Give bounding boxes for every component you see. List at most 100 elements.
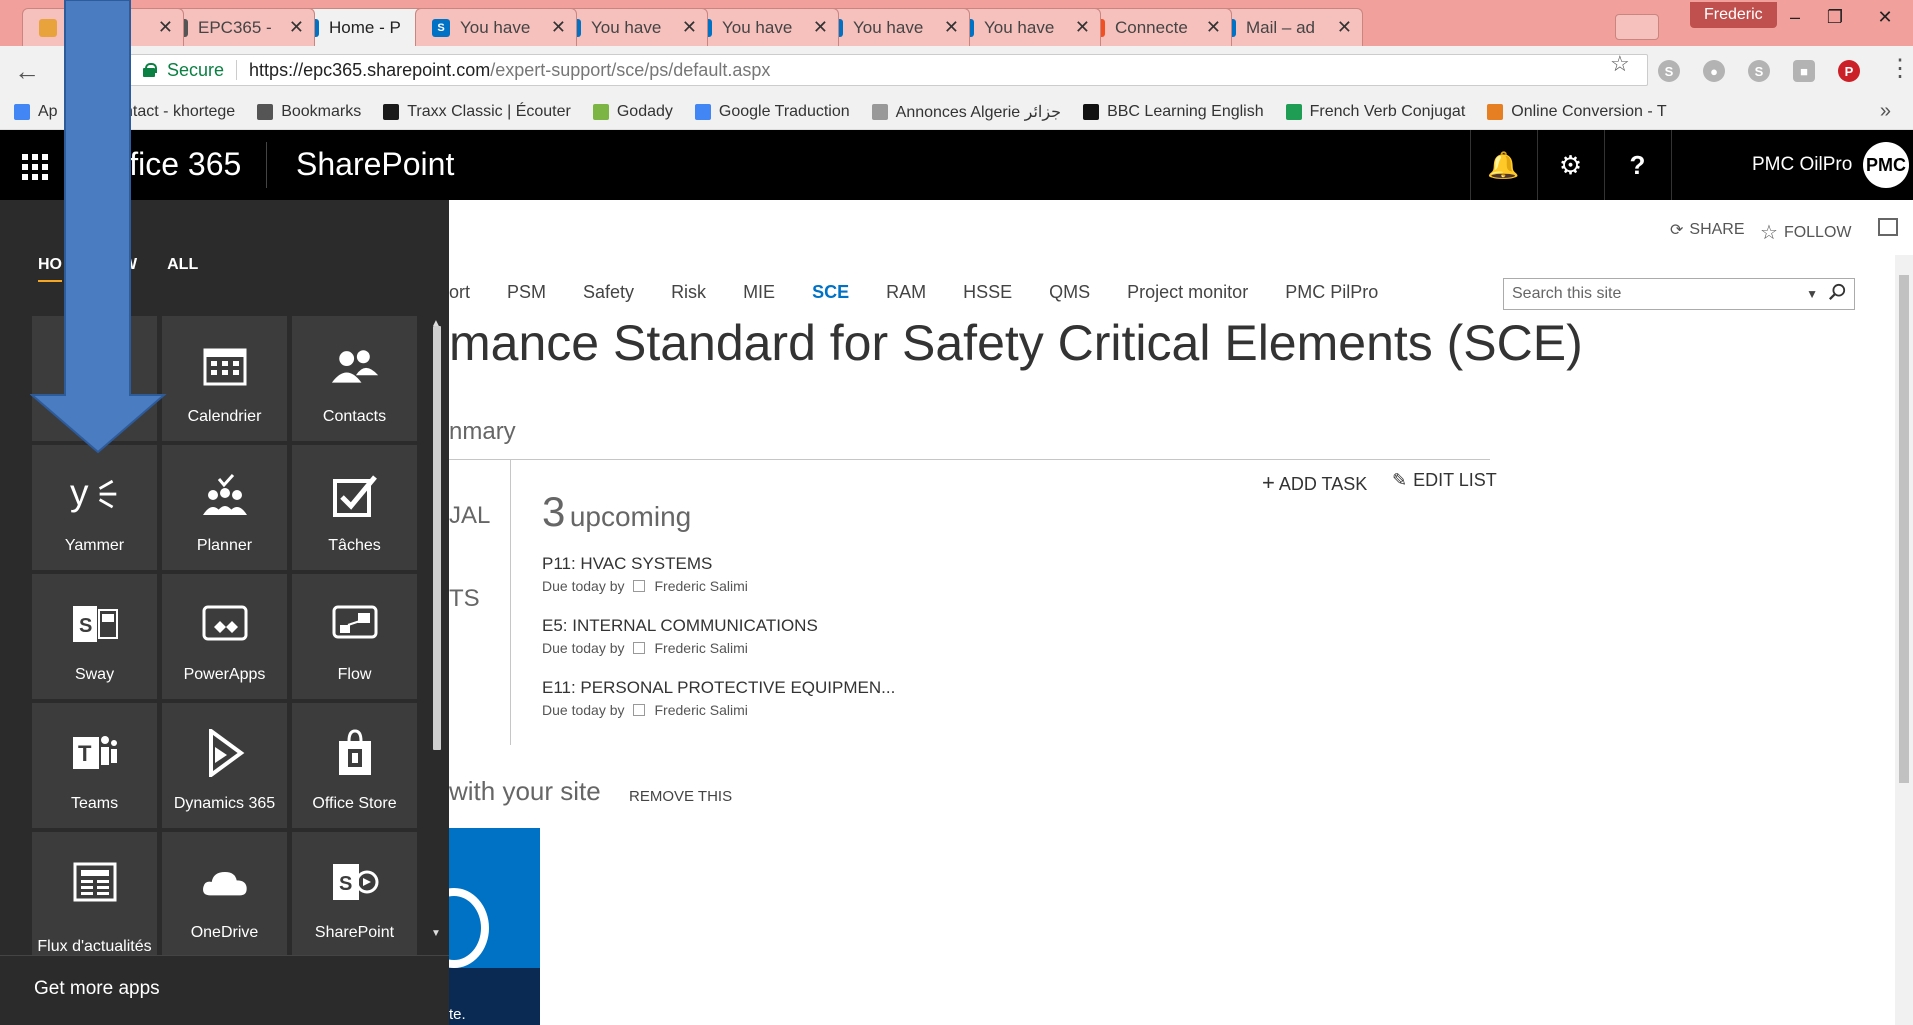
app-tile-t-ches[interactable]: Tâches [292,445,417,570]
share-label: SHARE [1689,221,1745,238]
app-tile-sharepoint[interactable]: S SharePoint [292,832,417,957]
teams-icon: T [70,729,120,777]
app-tile-calendrier[interactable]: Calendrier [162,316,287,441]
app-tile-onedrive[interactable]: OneDrive [162,832,287,957]
nav-link-safety[interactable]: Safety [583,282,634,303]
side-label-2[interactable]: TS [449,585,480,613]
nav-link-qms[interactable]: QMS [1049,282,1090,303]
app-tile-sway[interactable]: S Sway [32,574,157,699]
task-assignee[interactable]: Frederic Salimi [655,702,748,718]
app-tile-dynamics-365[interactable]: Dynamics 365 [162,703,287,828]
help-icon[interactable]: ? [1604,130,1670,200]
task-title[interactable]: E11: PERSONAL PROTECTIVE EQUIPMEN... [542,678,895,698]
settings-gear-icon[interactable]: ⚙ [1537,130,1603,200]
follow-button[interactable]: ☆ FOLLOW [1760,220,1852,245]
app-tile-flux-d-actualit-s[interactable]: Flux d'actualités [32,832,157,957]
tab-close-icon[interactable]: ✕ [682,17,697,38]
task-item[interactable]: E11: PERSONAL PROTECTIVE EQUIPMEN... Due … [542,678,895,718]
site-search-input[interactable]: Search this site ▼ [1503,278,1855,310]
bookmark-item[interactable]: Traxx Classic | Écouter [383,103,571,121]
extension-icon[interactable]: ● [1703,60,1725,82]
nav-link-sce[interactable]: SCE [812,282,849,303]
get-started-tile[interactable]: te. [449,828,540,1025]
app-tile-yammer[interactable]: y Yammer [32,445,157,570]
sharepoint-title[interactable]: SharePoint [296,146,454,183]
nav-link-hsse[interactable]: HSSE [963,282,1012,303]
bookmark-item[interactable]: Google Traduction [694,103,850,121]
user-name[interactable]: PMC OilPro [1752,154,1852,176]
bookmark-item[interactable]: French Verb Conjugat [1285,103,1465,121]
launcher-scrollbar[interactable] [433,326,441,750]
app-tile-planner[interactable]: Planner [162,445,287,570]
tab-close-icon[interactable]: ✕ [1206,17,1221,38]
nav-link-ram[interactable]: RAM [886,282,926,303]
app-tile-label: Tâches [328,537,381,554]
avatar[interactable]: PMC [1863,142,1909,188]
bookmark-star-icon[interactable]: ☆ [1610,51,1630,77]
new-tab-button[interactable] [1615,14,1659,40]
tab-close-icon[interactable]: ✕ [813,17,828,38]
nav-link-risk[interactable]: Risk [671,282,706,303]
task-due: Due today by Frederic Salimi [542,640,818,656]
get-more-apps-link[interactable]: Get more apps [0,955,449,1025]
store-icon [330,729,380,777]
launcher-scroll-down-icon[interactable]: ▼ [431,928,441,939]
godaddy-icon [592,103,609,120]
edit-list-button[interactable]: ✎ EDIT LIST [1392,470,1497,491]
onedrive-icon [200,858,250,906]
task-item[interactable]: E5: INTERNAL COMMUNICATIONS Due today by F… [542,616,818,656]
task-item[interactable]: P11: HVAC SYSTEMS Due today by Frederic Sa… [542,554,748,594]
app-tile-teams[interactable]: T Teams [32,703,157,828]
browser-tab[interactable]: S You have ✕ [415,8,577,46]
pinterest-icon[interactable]: P [1838,60,1860,82]
tab-close-icon[interactable]: ✕ [944,17,959,38]
bookmark-item[interactable]: Godady [592,103,673,121]
search-icon[interactable] [1828,283,1846,301]
side-label-1[interactable]: JAL [449,502,490,530]
address-bar[interactable]: Secure https://epc365.sharepoint.com/exp… [128,54,1648,86]
launcher-tab-all[interactable]: ALL [167,256,198,282]
nav-link-project-monitor[interactable]: Project monitor [1127,282,1248,303]
remove-this-link[interactable]: REMOVE THIS [629,788,732,805]
search-scope-dropdown-icon[interactable]: ▼ [1806,287,1818,301]
task-title[interactable]: E5: INTERNAL COMMUNICATIONS [542,616,818,636]
app-tile-office-store[interactable]: Office Store [292,703,417,828]
browser-tabstrip: 2✕EPC365 - ✕SHome - P✕SYou have✕SYou hav… [0,0,1913,46]
skype-ext-icon[interactable]: S [1658,60,1680,82]
bookmark-item[interactable]: BBC Learning English [1083,103,1264,121]
tab-close-icon[interactable]: ✕ [551,17,566,38]
profile-button[interactable]: Frederic [1690,2,1777,28]
app-tile-powerapps[interactable]: PowerApps [162,574,287,699]
bookmark-item[interactable]: Online Conversion - T [1487,103,1667,121]
bookmark-item[interactable]: Bookmarks [257,103,361,121]
task-title[interactable]: P11: HVAC SYSTEMS [542,554,748,574]
task-assignee[interactable]: Frederic Salimi [655,578,748,594]
app-tile-contacts[interactable]: Contacts [292,316,417,441]
extension-icon-2[interactable]: ■ [1793,60,1815,82]
share-button[interactable]: ⟳ SHARE [1670,220,1745,240]
skype-ext-icon-2[interactable]: S [1748,60,1770,82]
task-due: Due today by Frederic Salimi [542,578,748,594]
tab-close-icon[interactable]: ✕ [1337,17,1352,38]
page-scrollbar[interactable] [1895,255,1913,1025]
nav-link-ort[interactable]: ort [449,282,470,303]
nav-link-mie[interactable]: MIE [743,282,775,303]
page-scroll-thumb[interactable] [1899,275,1909,783]
focus-content-icon[interactable] [1878,218,1898,236]
contacts-icon [330,342,380,390]
bookmarks-overflow-icon[interactable]: » [1880,100,1891,123]
app-tile-flow[interactable]: Flow [292,574,417,699]
notifications-bell-icon[interactable]: 🔔 [1470,130,1536,200]
tab-close-icon[interactable]: ✕ [289,17,304,38]
app-tile-label: Calendrier [187,408,262,425]
add-task-button[interactable]: + ADD TASK [1262,470,1367,496]
nav-link-psm[interactable]: PSM [507,282,546,303]
task-assignee[interactable]: Frederic Salimi [655,640,748,656]
nav-link-pmc-pilpro[interactable]: PMC PilPro [1285,282,1378,303]
restore-icon[interactable]: ❐ [1812,2,1858,32]
bookmark-item[interactable]: Annonces Algerie جزائر [871,102,1061,122]
close-window-icon[interactable]: ✕ [1862,2,1908,32]
dynamics-icon [200,729,250,777]
tab-close-icon[interactable]: ✕ [1075,17,1090,38]
browser-menu-icon[interactable]: ⋮ [1888,54,1912,83]
